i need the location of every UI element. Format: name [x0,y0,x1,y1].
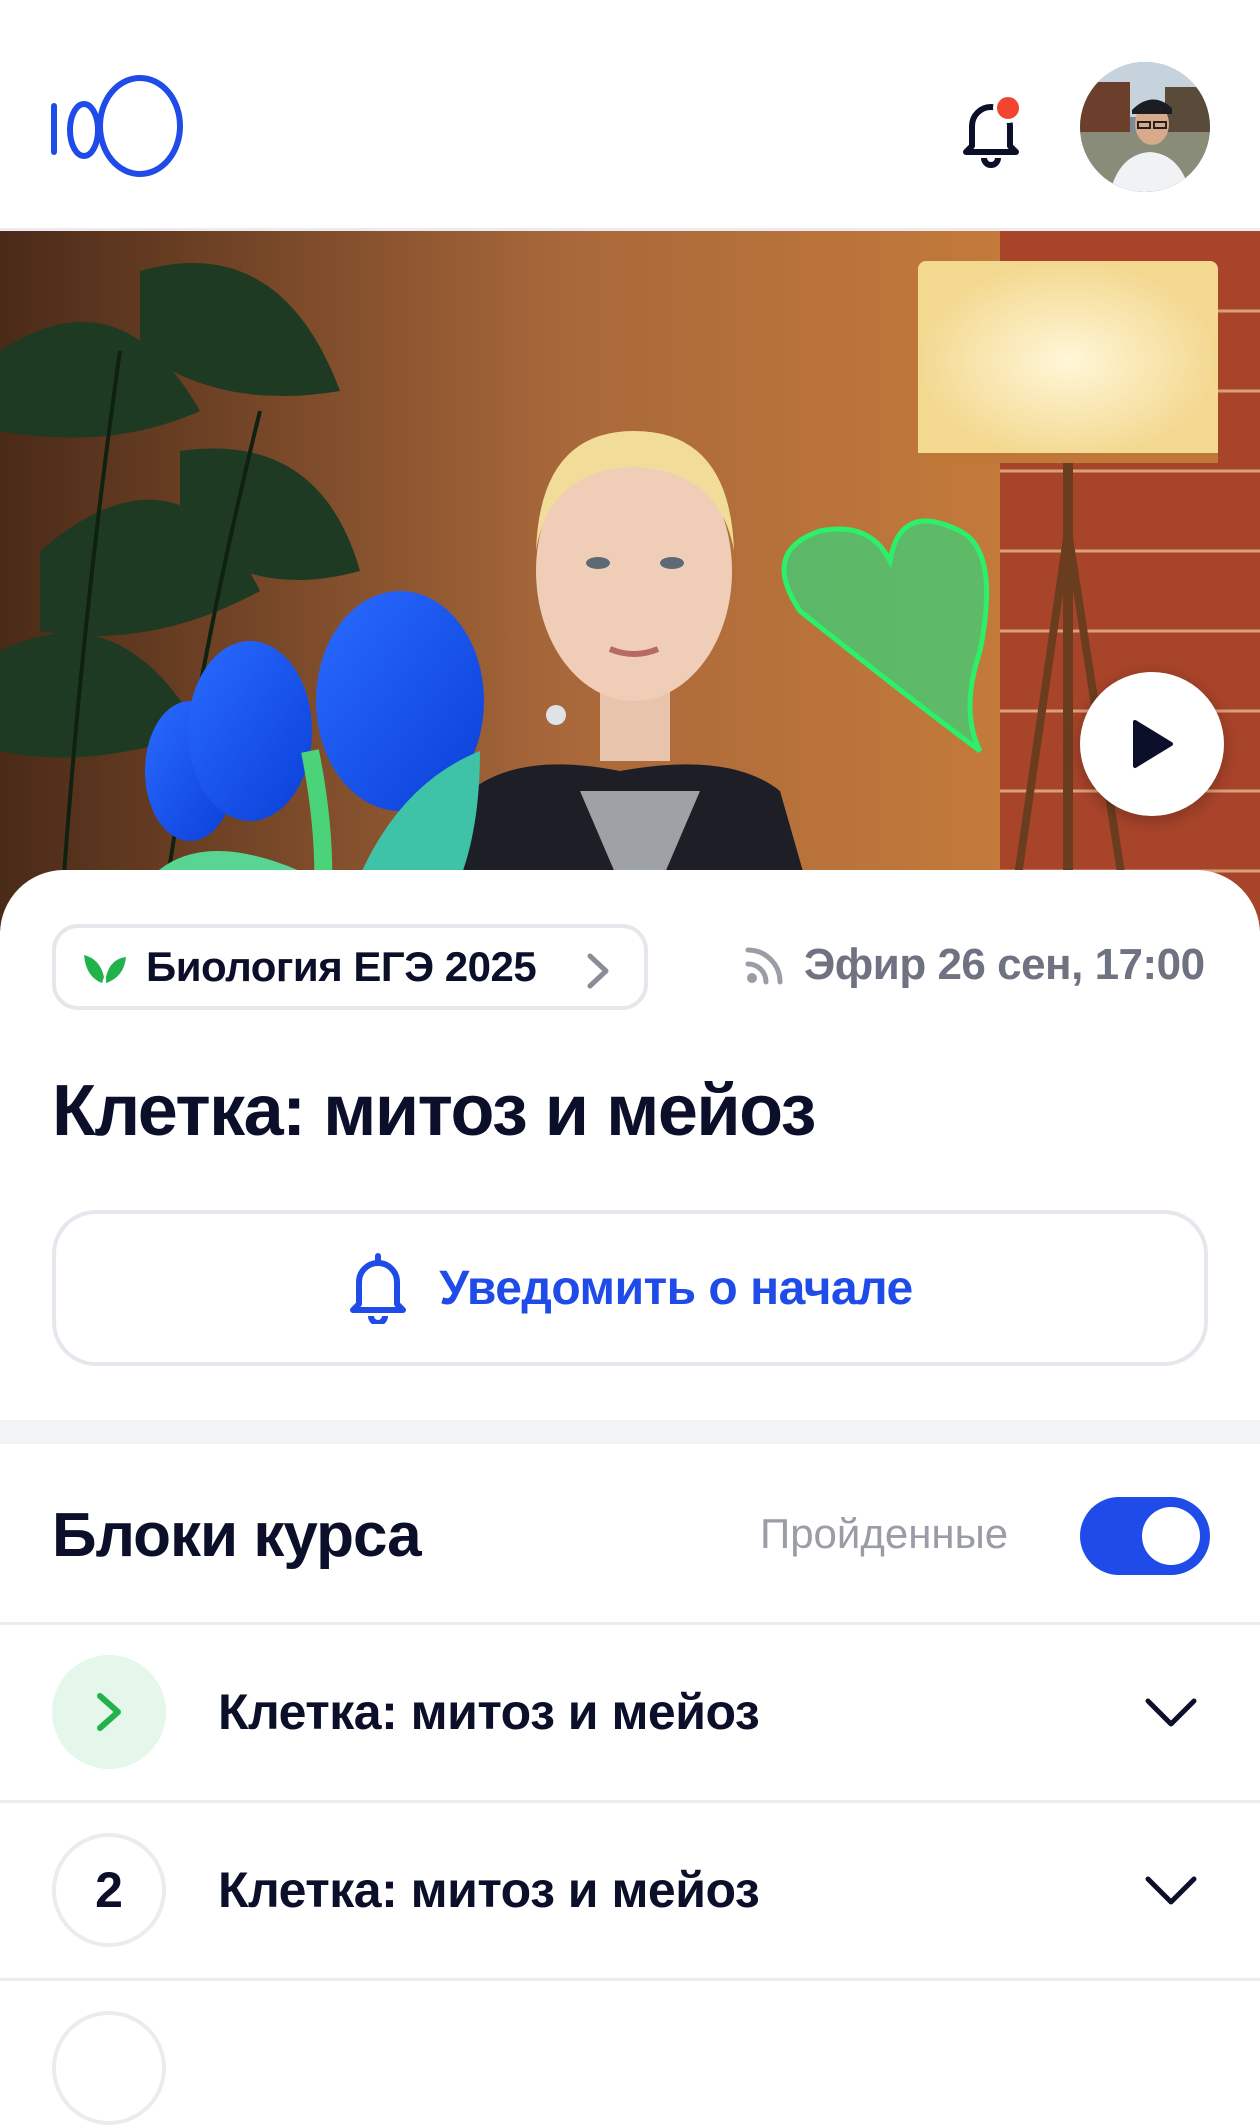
notifications-bell-icon[interactable] [950,88,1032,170]
notify-start-label: Уведомить о начале [439,1261,913,1315]
chevron-down-icon[interactable] [1144,1875,1198,1907]
lesson-cover-image [0,231,1260,931]
block-number-badge: 2 [52,1833,166,1947]
brand-logo[interactable] [48,74,188,184]
course-name: Биология ЕГЭ 2025 [146,943,537,990]
top-bar [0,0,1260,231]
course-block-row[interactable]: 2 Клетка: митоз и мейоз [0,1800,1260,1981]
play-icon [1133,720,1173,768]
course-block-row[interactable] [0,1978,1260,2125]
bell-icon [350,1253,407,1324]
play-button[interactable] [1080,672,1224,816]
chevron-right-icon [97,1693,121,1731]
notify-start-button[interactable]: Уведомить о начале [52,1210,1208,1366]
section-divider [0,1420,1260,1444]
course-blocks-title: Блоки курса [52,1501,422,1570]
chevron-down-icon[interactable] [1144,1697,1198,1729]
broadcast-time: Эфир 26 сен, 17:00 [804,940,1205,989]
course-block-row[interactable]: Клетка: митоз и мейоз [0,1622,1260,1803]
user-avatar[interactable] [1080,62,1210,192]
broadcast-info: Эфир 26 сен, 17:00 [744,940,1205,990]
video-preview[interactable] [0,231,1260,931]
passed-toggle[interactable] [1080,1497,1210,1575]
leaf-icon [84,955,126,983]
block-number-badge [52,2011,166,2125]
course-block-title: Клетка: митоз и мейоз [218,1862,760,1918]
toggle-knob [1142,1507,1200,1565]
lesson-title: Клетка: митоз и мейоз [52,1071,816,1151]
chevron-right-icon [587,953,609,989]
broadcast-icon [745,947,783,985]
lesson-card: Биология ЕГЭ 2025 Эфир 26 сен, 17:00 Кле… [0,870,1260,1420]
notification-dot [993,93,1023,123]
current-block-badge [52,1655,166,1769]
passed-filter-label: Пройденные [760,1510,1009,1557]
course-block-title: Клетка: митоз и мейоз [218,1684,760,1740]
course-chip[interactable]: Биология ЕГЭ 2025 [52,924,648,1010]
